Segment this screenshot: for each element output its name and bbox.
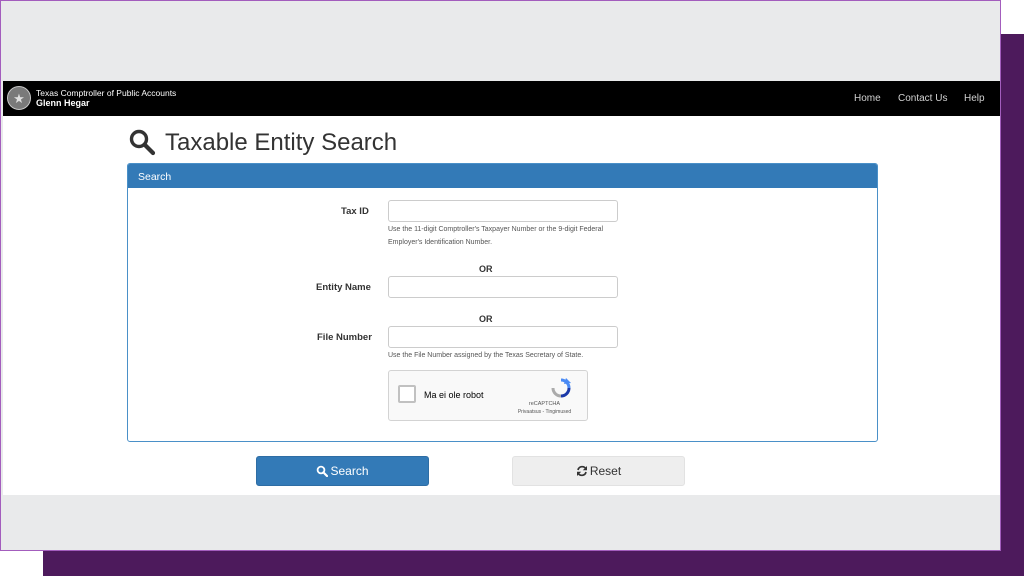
tax-id-help-line2: Employer's Identification Number.: [388, 239, 493, 246]
recaptcha-checkbox[interactable]: [398, 385, 416, 403]
official-name[interactable]: Glenn Hegar: [36, 98, 90, 108]
recaptcha-widget: Ma ei ole robot reCAPTCHA Privaatsus - T…: [388, 370, 588, 421]
recaptcha-logo-icon: [551, 378, 571, 398]
agency-name[interactable]: Texas Comptroller of Public Accounts: [36, 88, 176, 98]
tax-id-label: Tax ID: [341, 206, 369, 217]
tax-id-help-line1: Use the 11-digit Comptroller's Taxpayer …: [388, 226, 604, 233]
tax-id-help: Use the 11-digit Comptroller's Taxpayer …: [388, 223, 603, 249]
entity-name-input[interactable]: [388, 276, 618, 298]
search-icon: [317, 465, 329, 477]
search-button[interactable]: Search: [256, 456, 429, 486]
or-divider: OR: [479, 314, 493, 324]
panel-heading: Search: [128, 164, 877, 188]
search-button-label: Search: [330, 464, 369, 478]
state-seal-icon[interactable]: ★: [7, 86, 31, 110]
browser-page: ★ Texas Comptroller of Public Accounts G…: [3, 81, 1000, 495]
refresh-icon: [576, 465, 587, 477]
nav-link-help[interactable]: Help: [964, 93, 985, 104]
reset-button[interactable]: Reset: [512, 456, 685, 486]
file-number-input[interactable]: [388, 326, 618, 348]
file-number-label: File Number: [317, 332, 372, 343]
recaptcha-label: Ma ei ole robot: [424, 390, 484, 400]
nav-link-home[interactable]: Home: [854, 93, 881, 104]
recaptcha-privacy-terms-link[interactable]: Privaatsus - Tingimused: [509, 409, 580, 415]
page-title: Taxable Entity Search: [165, 129, 398, 156]
screenshot-frame: ★ Texas Comptroller of Public Accounts G…: [0, 0, 1001, 551]
entity-name-label: Entity Name: [316, 282, 371, 293]
reset-button-label: Reset: [589, 464, 622, 478]
file-number-help: Use the File Number assigned by the Texa…: [388, 352, 584, 359]
tax-id-input[interactable]: [388, 200, 618, 222]
search-panel: Search Tax ID Use the 11-digit Comptroll…: [127, 163, 878, 442]
top-navbar: ★ Texas Comptroller of Public Accounts G…: [3, 81, 1000, 116]
or-divider: OR: [479, 264, 493, 274]
recaptcha-brand: reCAPTCHA: [528, 401, 561, 407]
nav-link-contact-us[interactable]: Contact Us: [898, 93, 947, 104]
search-icon: [129, 129, 156, 156]
